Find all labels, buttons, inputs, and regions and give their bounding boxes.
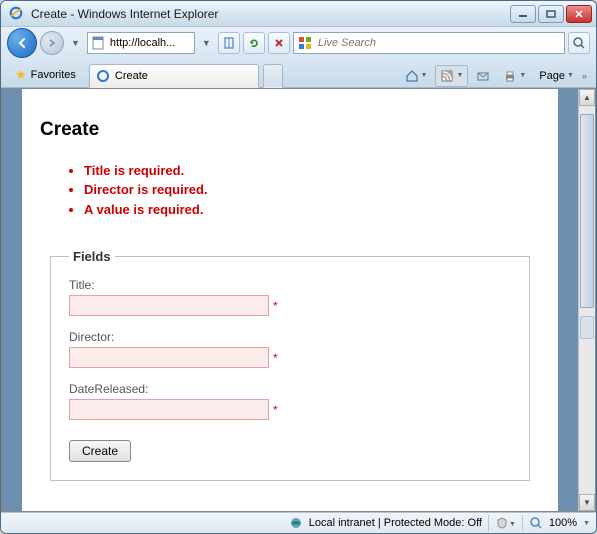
page-body: Create Title is required. Director is re… [22,89,558,512]
scroll-up-button[interactable]: ▲ [579,89,595,106]
scroll-down-button[interactable]: ▼ [579,494,595,511]
command-bar: ▼ ▼ ▼ Page▼ » [287,65,591,87]
statusbar: Local intranet | Protected Mode: Off ▼ 1… [1,512,596,533]
datereleased-input[interactable] [69,399,269,420]
create-button[interactable]: Create [69,440,131,462]
field-director: Director: * [69,330,511,368]
navbar: ▼ ▼ [1,27,596,59]
titlebar: Create - Windows Internet Explorer [1,1,596,27]
zoom-dropdown[interactable]: ▼ [583,520,590,527]
tab-label: Create [115,70,148,82]
page-menu-button[interactable]: Page▼ [534,65,579,87]
required-mark: * [273,403,278,417]
home-button[interactable]: ▼ [400,65,433,87]
page-heading: Create [40,119,540,141]
required-mark: * [273,299,278,313]
field-datereleased: DateReleased: * [69,382,511,420]
datereleased-label: DateReleased: [69,382,511,396]
close-button[interactable] [566,5,592,23]
address-input[interactable] [108,36,191,50]
page-margin-left [2,89,22,512]
refresh-button[interactable] [243,32,265,54]
vertical-scrollbar[interactable]: ▲ ▼ [578,89,595,512]
title-label: Title: [69,278,511,292]
print-button[interactable]: ▼ [498,65,531,87]
page-icon [91,36,105,50]
ie-logo-icon [9,6,25,22]
zoom-icon [529,516,543,530]
search-bar[interactable] [293,32,565,54]
tabbar: ★ Favorites Create ▼ ▼ ▼ Page▼ » [1,59,596,87]
director-label: Director: [69,330,511,344]
validation-error: Title is required. [84,161,540,181]
scroll-thumb[interactable] [580,114,594,308]
validation-summary: Title is required. Director is required.… [40,161,540,220]
content-area: Create Title is required. Director is re… [1,88,596,513]
forward-button[interactable] [40,31,64,55]
title-input[interactable] [69,295,269,316]
scroll-track[interactable] [579,106,595,495]
fields-fieldset: Fields Title: * Director: * [50,249,530,481]
expand-chevron-icon[interactable]: » [582,71,587,81]
ie-page-icon [96,69,110,83]
field-title: Title: * [69,278,511,316]
zone-icon [289,516,303,530]
protected-mode-icon[interactable]: ▼ [495,516,516,530]
page-viewport: Create Title is required. Director is re… [2,89,578,512]
live-search-icon [298,36,312,50]
recent-pages-dropdown[interactable]: ▼ [67,38,84,48]
page-margin-right [558,89,578,512]
favorites-button[interactable]: ★ Favorites [6,63,85,87]
compat-view-button[interactable] [218,32,240,54]
new-tab-button[interactable] [263,64,283,88]
search-input[interactable] [316,36,560,50]
tab-active[interactable]: Create [89,64,259,88]
favorites-label: Favorites [31,69,76,81]
back-button[interactable] [7,28,37,58]
required-mark: * [273,351,278,365]
zoom-level[interactable]: 100% [549,517,577,529]
browser-window: Create - Windows Internet Explorer ▼ ▼ [0,0,597,534]
minimize-button[interactable] [510,5,536,23]
search-go-button[interactable] [568,32,590,54]
address-bar[interactable] [87,32,195,54]
validation-error: A value is required. [84,200,540,220]
maximize-button[interactable] [538,5,564,23]
scroll-marker [580,316,594,339]
read-mail-button[interactable] [471,65,495,87]
stop-button[interactable] [268,32,290,54]
window-controls [510,5,592,23]
fieldset-legend: Fields [69,249,115,264]
zone-text: Local intranet | Protected Mode: Off [309,517,482,529]
director-input[interactable] [69,347,269,368]
validation-error: Director is required. [84,180,540,200]
window-title: Create - Windows Internet Explorer [29,7,510,21]
star-icon: ★ [15,67,27,83]
feeds-button[interactable]: ▼ [435,65,468,87]
address-dropdown[interactable]: ▼ [198,38,215,48]
